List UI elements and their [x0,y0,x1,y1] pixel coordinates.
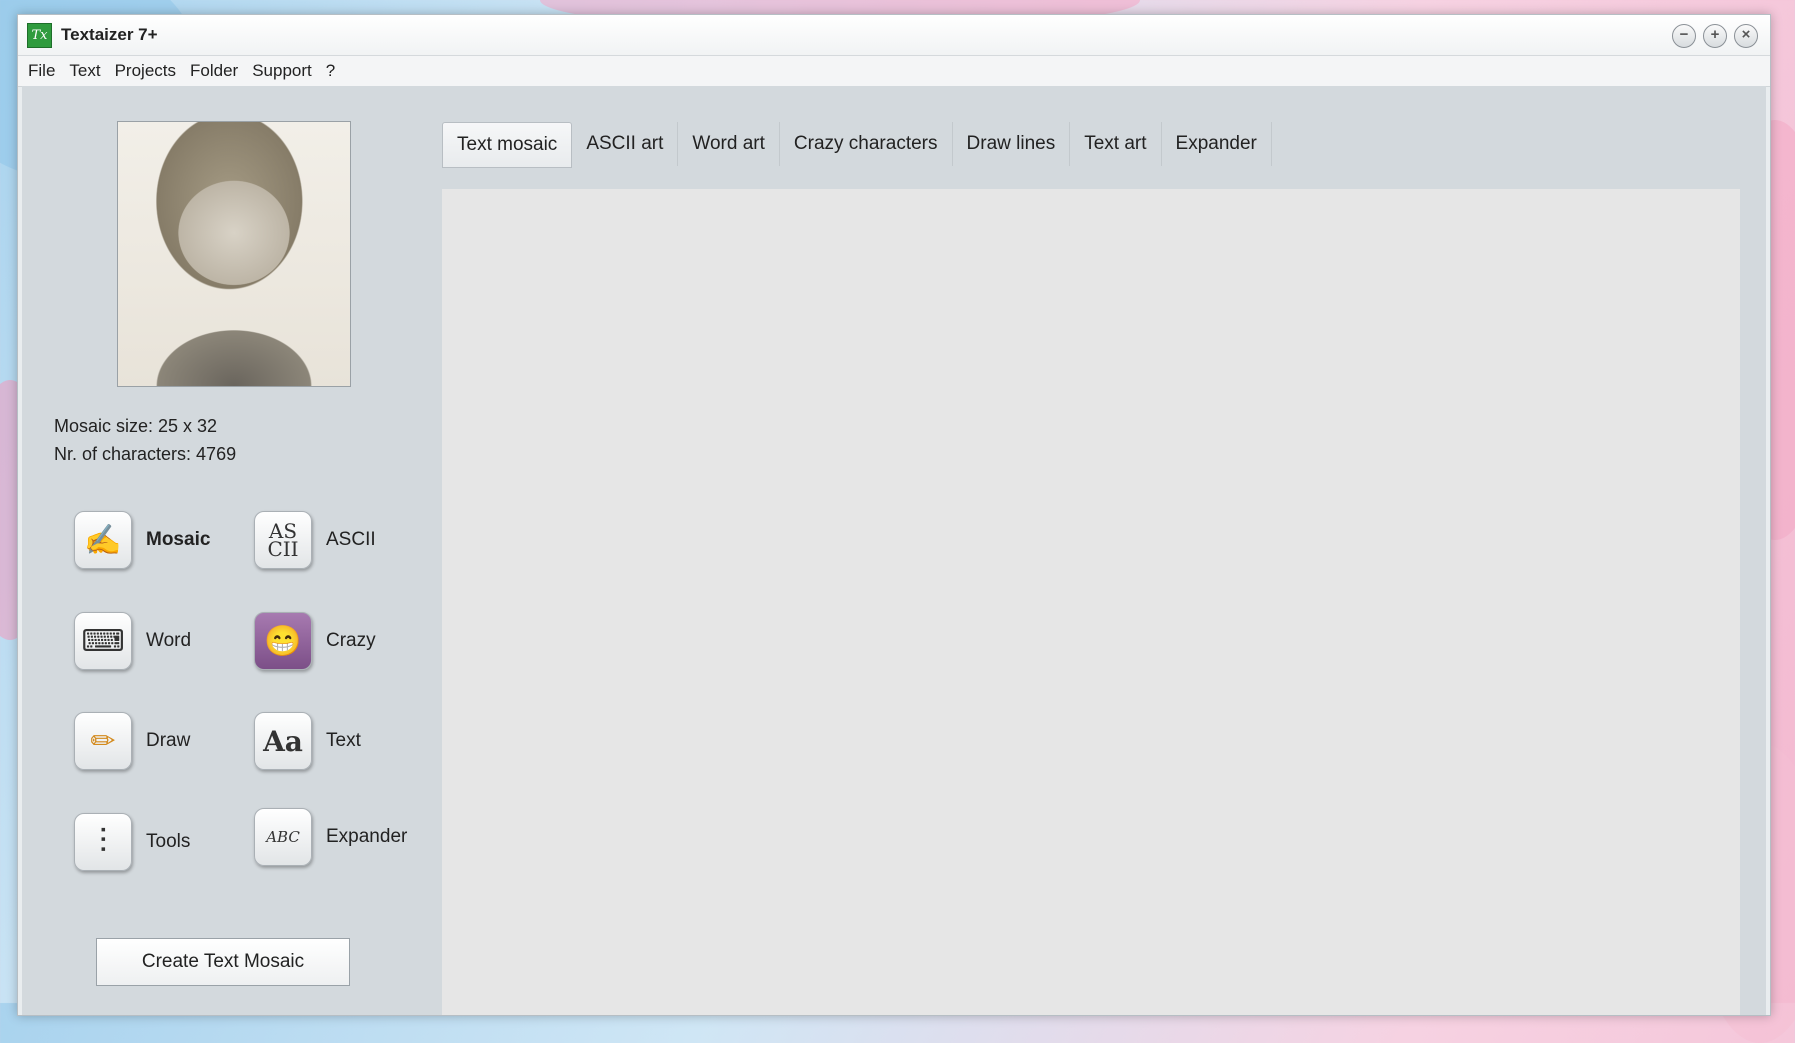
tab-text-art[interactable]: Text art [1070,122,1162,166]
main-area: Mosaic size: 25 x 32 Nr. of characters: … [22,86,1766,1015]
app-window: Tx Textaizer 7+ − + × File Text Projects… [17,14,1771,1016]
window-title: Textaizer 7+ [61,25,158,44]
character-count-text: Nr. of characters: 4769 [54,444,237,464]
menu-text[interactable]: Text [69,61,100,81]
tab-expander[interactable]: Expander [1162,122,1272,166]
tool-word[interactable]: ⌨ Word [74,612,191,670]
tool-label: Draw [146,730,191,751]
tool-text[interactable]: Aa Text [254,712,361,770]
menu-folder[interactable]: Folder [190,61,238,81]
brush-abc-icon: ABC [254,808,312,866]
tab-text-mosaic[interactable]: Text mosaic [442,122,573,168]
app-icon: Tx [27,22,52,48]
tool-label: Word [146,630,192,651]
tool-label: Mosaic [146,529,211,550]
pencil-icon: ✏ [74,712,132,770]
menu-help[interactable]: ? [326,61,335,81]
tool-ascii[interactable]: AS CII ASCII [254,511,376,569]
tool-label: Crazy [326,630,376,651]
mosaic-size-text: Mosaic size: 25 x 32 [54,416,218,436]
source-image-preview[interactable] [117,121,351,387]
tool-crazy[interactable]: 😁 Crazy [254,612,376,670]
tool-mosaic[interactable]: ✍ Mosaic [74,511,210,569]
menu-projects[interactable]: Projects [115,61,176,81]
mosaic-icon: ✍ [74,511,132,569]
menu-bar: File Text Projects Folder Support ? [18,56,1770,87]
tool-tools[interactable]: ⫶ Tools [74,813,190,871]
menu-support[interactable]: Support [252,61,312,81]
tool-expander[interactable]: ABC Expander [254,808,407,866]
tab-crazy-characters[interactable]: Crazy characters [780,122,953,166]
ascii-icon: AS CII [254,511,312,569]
tool-label: Expander [326,826,408,847]
font-aa-icon: Aa [254,712,312,770]
tool-label: ASCII [326,529,376,550]
tool-label: Tools [146,831,191,852]
close-button[interactable]: × [1734,24,1758,48]
tab-word-art[interactable]: Word art [678,122,780,166]
tab-bar: Text mosaic ASCII art Word art Crazy cha… [442,122,1272,168]
output-panel[interactable] [442,189,1740,1015]
window-controls: − + × [1672,24,1758,48]
grin-face-icon: 😁 [254,612,312,670]
tab-draw-lines[interactable]: Draw lines [953,122,1071,166]
typewriter-icon: ⌨ [74,612,132,670]
maximize-button[interactable]: + [1703,24,1727,48]
tool-label: Text [326,730,361,751]
tab-ascii-art[interactable]: ASCII art [572,122,679,166]
sliders-icon: ⫶ [74,813,132,871]
menu-file[interactable]: File [28,61,55,81]
tool-draw[interactable]: ✏ Draw [74,712,190,770]
create-text-mosaic-button[interactable]: Create Text Mosaic [96,938,350,986]
title-bar[interactable]: Tx Textaizer 7+ − + × [18,15,1770,56]
minimize-button[interactable]: − [1672,24,1696,48]
